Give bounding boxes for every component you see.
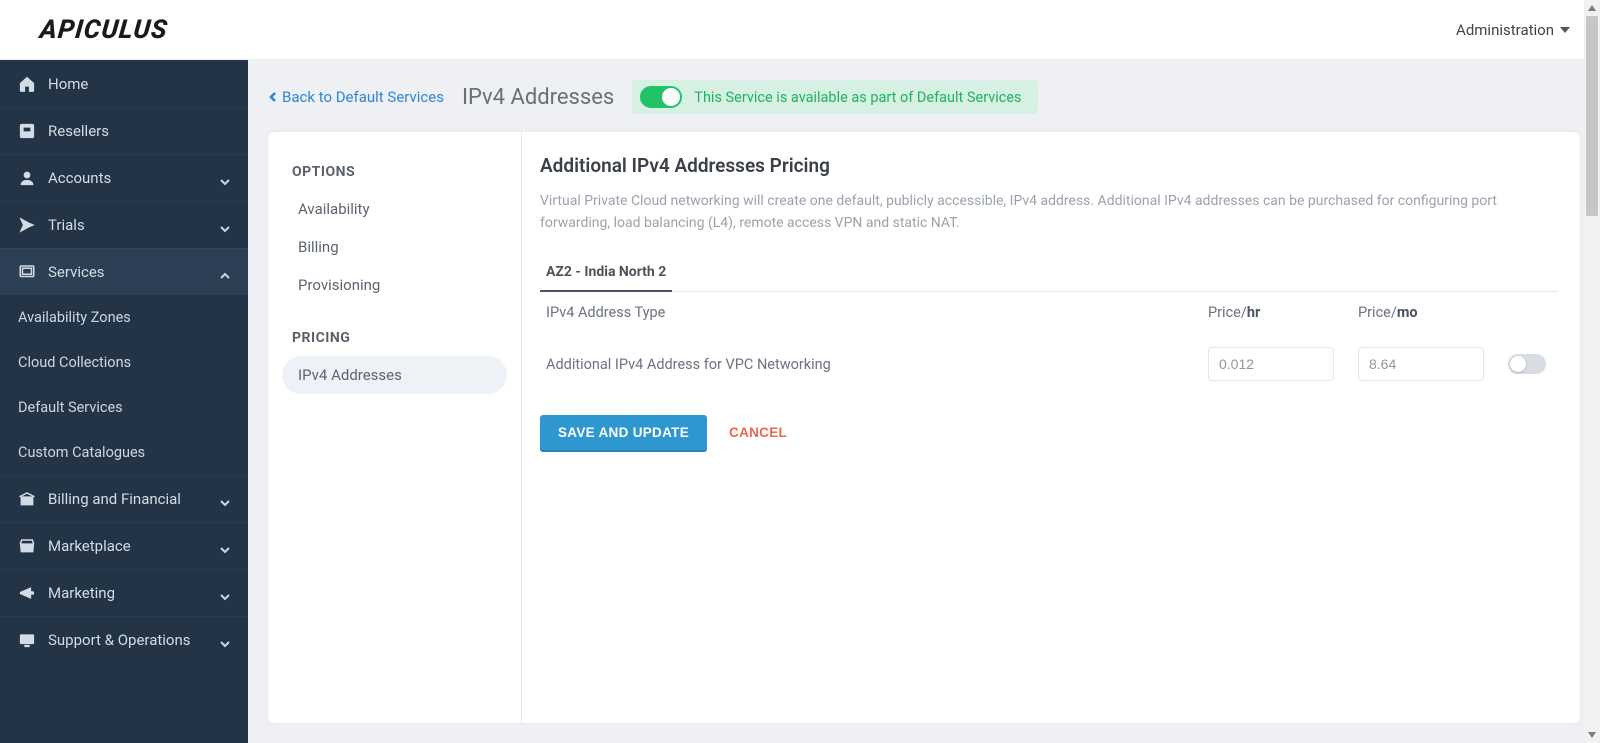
cancel-button[interactable]: CANCEL — [729, 425, 787, 440]
caret-down-icon — [1560, 27, 1570, 33]
main-content: Back to Default Services IPv4 Addresses … — [248, 60, 1600, 743]
sidebar-nav: Home Resellers Accounts — [0, 60, 248, 743]
service-availability-banner: This Service is available as part of Def… — [632, 80, 1037, 114]
sidebar-subitem-custom-catalogues[interactable]: Custom Catalogues — [0, 430, 248, 475]
chevron-left-icon — [268, 88, 278, 106]
scroll-up-button[interactable] — [1584, 0, 1600, 16]
sidebar-item-label: Resellers — [48, 122, 230, 140]
column-header-price-mo: Price/mo — [1358, 304, 1498, 321]
toggle-knob — [1510, 356, 1526, 372]
chevron-down-icon — [220, 588, 230, 598]
chevron-down-icon — [220, 220, 230, 230]
sidebar-item-services[interactable]: Services — [0, 248, 248, 295]
page-title: IPv4 Addresses — [462, 85, 614, 110]
subnav-item-availability[interactable]: Availability — [282, 190, 507, 228]
marketing-icon — [18, 584, 36, 602]
sidebar-item-home[interactable]: Home — [0, 60, 248, 107]
chevron-up-icon — [220, 267, 230, 277]
chevron-down-icon — [220, 494, 230, 504]
pricing-section-title: Additional IPv4 Addresses Pricing — [540, 154, 1558, 177]
app-header: APICULUS Administration — [0, 0, 1600, 60]
administration-label: Administration — [1456, 21, 1554, 39]
price-per-hour-input[interactable] — [1208, 347, 1334, 381]
sidebar-item-label: Home — [48, 75, 230, 93]
sidebar-subitem-cloud-collections[interactable]: Cloud Collections — [0, 340, 248, 385]
sidebar-item-label: Billing and Financial — [48, 490, 208, 508]
chevron-down-icon — [220, 173, 230, 183]
sidebar-item-trials[interactable]: Trials — [0, 201, 248, 248]
toggle-knob — [662, 88, 680, 106]
sidebar-item-marketing[interactable]: Marketing — [0, 569, 248, 616]
window-scrollbar[interactable] — [1584, 0, 1600, 743]
az-tabbar: AZ2 - India North 2 — [540, 254, 1558, 292]
sidebar-item-label: Services — [48, 263, 208, 281]
content-card: OPTIONS Availability Billing Provisionin… — [268, 132, 1580, 723]
administration-dropdown[interactable]: Administration — [1456, 21, 1570, 39]
sidebar-item-accounts[interactable]: Accounts — [0, 154, 248, 201]
sidebar-subitem-default-services[interactable]: Default Services — [0, 385, 248, 430]
sidebar-item-label: Marketplace — [48, 537, 208, 555]
pricing-row-enabled-toggle[interactable] — [1508, 354, 1546, 374]
sidebar-item-label: Trials — [48, 216, 208, 234]
subnav-item-provisioning[interactable]: Provisioning — [282, 266, 507, 304]
trials-icon — [18, 216, 36, 234]
sidebar-item-label: Support & Operations — [48, 631, 208, 649]
sidebar-item-support-operations[interactable]: Support & Operations — [0, 616, 248, 663]
sidebar-item-resellers[interactable]: Resellers — [0, 107, 248, 154]
column-header-type: IPv4 Address Type — [540, 304, 1198, 321]
sidebar-item-label: Accounts — [48, 169, 208, 187]
tab-az2-india-north-2[interactable]: AZ2 - India North 2 — [540, 254, 672, 292]
sidebar-item-marketplace[interactable]: Marketplace — [0, 522, 248, 569]
settings-subnav: OPTIONS Availability Billing Provisionin… — [268, 132, 522, 723]
support-icon — [18, 631, 36, 649]
scroll-down-button[interactable] — [1584, 727, 1600, 743]
service-enabled-toggle[interactable] — [640, 86, 682, 108]
pricing-group-title: PRICING — [292, 330, 497, 346]
subnav-item-ipv4-addresses[interactable]: IPv4 Addresses — [282, 356, 507, 394]
back-to-default-services-link[interactable]: Back to Default Services — [268, 88, 444, 106]
service-banner-text: This Service is available as part of Def… — [694, 89, 1021, 106]
resellers-icon — [18, 122, 36, 140]
form-actions: SAVE AND UPDATE CANCEL — [540, 415, 1558, 450]
save-and-update-button[interactable]: SAVE AND UPDATE — [540, 415, 707, 450]
back-link-label: Back to Default Services — [282, 88, 444, 106]
pricing-row-name: Additional IPv4 Address for VPC Networki… — [540, 356, 1198, 373]
home-icon — [18, 75, 36, 93]
scroll-thumb[interactable] — [1586, 16, 1598, 216]
options-group-title: OPTIONS — [292, 164, 497, 180]
pricing-table-header: IPv4 Address Type Price/hr Price/mo — [540, 292, 1558, 329]
pricing-panel: Additional IPv4 Addresses Pricing Virtua… — [522, 132, 1580, 723]
column-header-price-hr: Price/hr — [1208, 304, 1348, 321]
accounts-icon — [18, 169, 36, 187]
pricing-row: Additional IPv4 Address for VPC Networki… — [540, 329, 1558, 389]
services-icon — [18, 263, 36, 281]
billing-icon — [18, 490, 36, 508]
sidebar-item-billing-financial[interactable]: Billing and Financial — [0, 475, 248, 522]
price-per-month-input[interactable] — [1358, 347, 1484, 381]
chevron-down-icon — [220, 635, 230, 645]
page-header: Back to Default Services IPv4 Addresses … — [248, 60, 1600, 132]
pricing-section-description: Virtual Private Cloud networking will cr… — [540, 191, 1558, 234]
brand-logo: APICULUS — [38, 15, 169, 45]
sidebar-subitem-availability-zones[interactable]: Availability Zones — [0, 295, 248, 340]
chevron-down-icon — [220, 541, 230, 551]
sidebar-item-label: Marketing — [48, 584, 208, 602]
subnav-item-billing[interactable]: Billing — [282, 228, 507, 266]
marketplace-icon — [18, 537, 36, 555]
